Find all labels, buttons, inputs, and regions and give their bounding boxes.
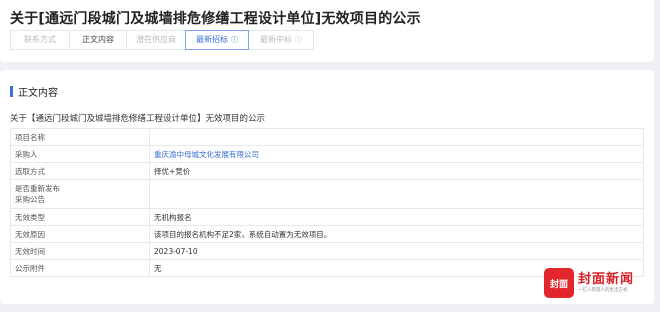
details-table: 项目名称 采购人 重庆渝中母城文化发展有限公司 选取方式 择优+竞价 是否重新发…	[10, 128, 644, 277]
tab-label: 潜在供应商	[136, 35, 176, 44]
section-header: 正文内容	[10, 84, 58, 99]
tab-suppliers[interactable]: 潜在供应商	[126, 30, 186, 50]
table-row: 无效原因 该项目的报名机构不足2家，系统自动置为无效项目。	[10, 225, 644, 243]
notice-subtitle: 关于【通远门段城门及城墙排危修缮工程设计单位】无效项目的公示	[10, 114, 266, 124]
section-accent-bar	[10, 86, 13, 97]
page-title: 关于[通远门段城门及城墙排危修缮工程设计单位]无效项目的公示	[10, 11, 421, 27]
row-value: 择优+竞价	[149, 162, 644, 180]
watermark-slogan: 一亿人年轻人的生活方式	[578, 287, 628, 293]
header-card: 关于[通远门段城门及城墙排危修缮工程设计单位]无效项目的公示 联系方式 正文内容…	[0, 0, 654, 62]
row-value: 该项目的报名机构不足2家，系统自动置为无效项目。	[149, 225, 644, 243]
section-title: 正文内容	[18, 88, 58, 99]
tab-latest-bids[interactable]: 最新招标 ⓘ	[185, 30, 249, 50]
table-row: 无效类型 无机构报名	[10, 208, 644, 226]
purchaser-link[interactable]: 重庆渝中母城文化发展有限公司	[149, 145, 644, 163]
row-value: 2023-07-10	[149, 242, 644, 260]
tab-label: 最新招标	[196, 35, 228, 44]
watermark-text: 封面新闻 一亿人年轻人的生活方式	[578, 272, 634, 295]
watermark-name: 封面新闻	[578, 271, 635, 287]
info-icon: ⓘ	[231, 36, 238, 44]
row-key: 是否重新发布 采购公告	[10, 179, 150, 209]
row-key: 公示附件	[10, 259, 150, 277]
tab-label: 联系方式	[24, 35, 56, 44]
tab-contact[interactable]: 联系方式	[10, 30, 70, 50]
tab-label: 最新中标	[260, 35, 292, 44]
row-value	[149, 179, 644, 209]
row-key: 采购人	[10, 145, 150, 163]
row-value	[149, 128, 644, 146]
table-row: 项目名称	[10, 128, 644, 146]
row-key: 无效时间	[10, 242, 150, 260]
row-key: 项目名称	[10, 128, 150, 146]
tab-latest-awards[interactable]: 最新中标 ⓘ	[248, 30, 314, 50]
row-value: 无机构报名	[149, 208, 644, 226]
table-row: 采购人 重庆渝中母城文化发展有限公司	[10, 145, 644, 163]
tab-content[interactable]: 正文内容	[69, 30, 127, 50]
watermark-logo: 封面	[544, 268, 574, 298]
watermark: 封面 封面新闻 一亿人年轻人的生活方式	[544, 268, 634, 298]
tab-label: 正文内容	[82, 35, 114, 44]
tab-bar: 联系方式 正文内容 潜在供应商 最新招标 ⓘ 最新中标 ⓘ	[10, 30, 314, 50]
row-key: 选取方式	[10, 162, 150, 180]
table-row: 无效时间 2023-07-10	[10, 242, 644, 260]
row-key: 无效原因	[10, 225, 150, 243]
table-row: 选取方式 择优+竞价	[10, 162, 644, 180]
row-key: 无效类型	[10, 208, 150, 226]
table-row: 是否重新发布 采购公告	[10, 179, 644, 209]
info-icon: ⓘ	[295, 36, 302, 44]
